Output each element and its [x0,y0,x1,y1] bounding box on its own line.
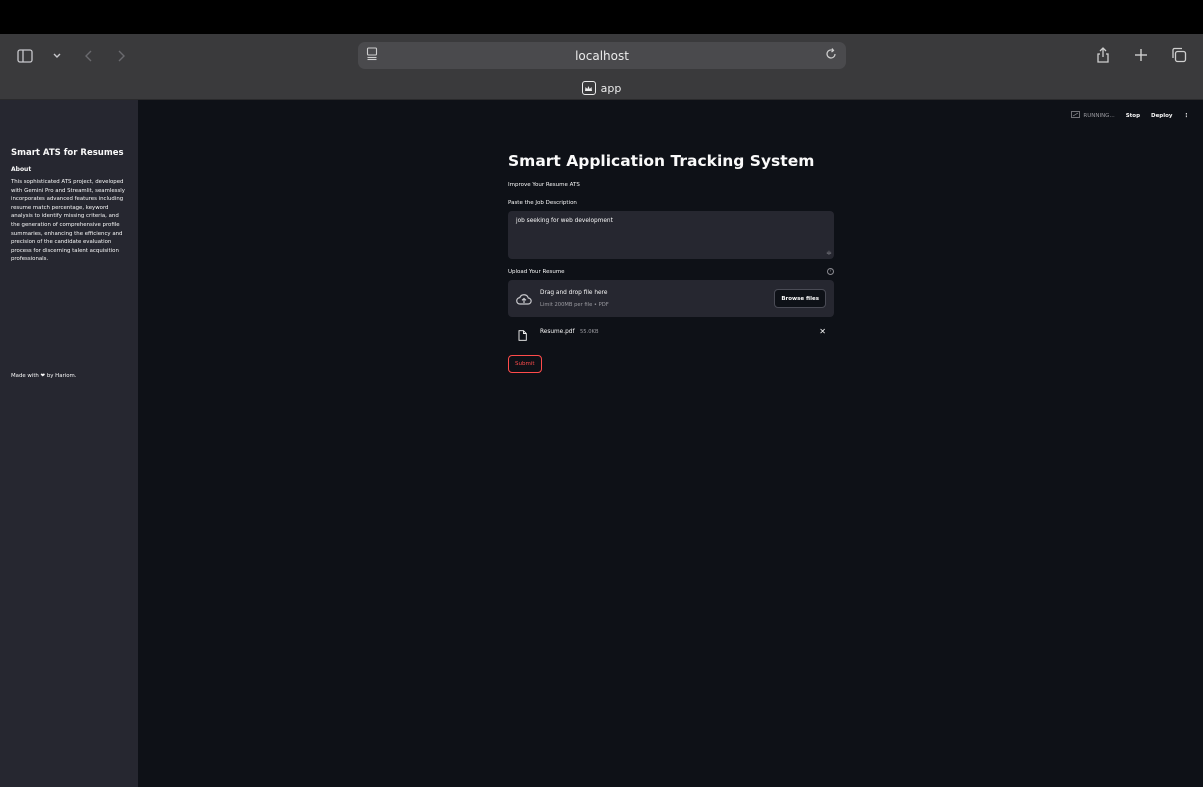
back-icon[interactable] [78,45,100,67]
sidebar-about-heading: About [11,166,32,173]
browser-nav [14,45,132,67]
sidebar-title: Smart ATS for Resumes [11,148,124,158]
app-header: RUNNING... Stop Deploy ⋮ [1071,111,1189,120]
remove-file-icon[interactable]: ✕ [819,327,826,336]
browser-chrome: localhost app [0,34,1203,100]
sidebar-about-text: This sophisticated ATS project, develope… [11,179,125,263]
sidebar: Smart ATS for Resumes About This sophist… [0,100,138,787]
resize-handle-icon[interactable]: ≑ [826,250,832,257]
heart-icon: ❤ [40,373,46,379]
tab-title: app [600,81,622,95]
file-dropzone[interactable]: Drag and drop file here Limit 200MB per … [508,280,834,317]
chevron-down-icon[interactable] [46,45,68,67]
browse-files-button[interactable]: Browse files [774,289,826,308]
sidebar-toggle-icon[interactable] [14,45,36,67]
running-status: RUNNING... [1071,111,1115,120]
stop-button[interactable]: Stop [1126,113,1140,119]
made-with-credit: Made with ❤ by Hariom. [11,373,76,379]
main-content: Smart Application Tracking System Improv… [508,152,834,373]
reload-icon[interactable] [824,47,838,64]
kebab-icon[interactable]: ⋮ [1184,113,1190,119]
made-with-suffix: by Hariom. [46,373,77,379]
running-icon [1071,111,1081,120]
main-area: RUNNING... Stop Deploy ⋮ Smart Applicati… [138,100,1203,787]
job-description-value: job seeking for web development [516,218,613,224]
site-settings-icon[interactable] [366,47,378,64]
help-icon[interactable]: ? [827,268,834,275]
browser-actions [1093,45,1189,65]
url-bar[interactable]: localhost [358,42,846,69]
dropzone-instruction: Drag and drop file here [540,290,608,296]
uploaded-file-row: Resume.pdf 55.0KB ✕ [508,325,834,341]
uploaded-file-size: 55.0KB [580,329,599,335]
new-tab-icon[interactable] [1131,45,1151,65]
active-tab[interactable]: app [0,77,1203,99]
made-with-prefix: Made with [11,373,39,379]
upload-resume-label: Upload Your Resume [508,268,565,275]
page-subheader: Improve Your Resume ATS [508,182,580,188]
dropzone-limit: Limit 200MB per file • PDF [540,302,609,308]
tab-overview-icon[interactable] [1169,45,1189,65]
job-description-input[interactable]: job seeking for web development ≑ [508,211,834,259]
running-text: RUNNING... [1083,112,1115,119]
top-black-bar [0,0,1203,34]
job-description-label: Paste the Job Description [508,200,577,206]
page-title: Smart Application Tracking System [508,152,815,170]
share-icon[interactable] [1093,45,1113,65]
streamlit-crown-icon [581,81,596,95]
upload-label-row: Upload Your Resume ? [508,268,834,275]
uploaded-file-name: Resume.pdf [540,329,575,335]
forward-icon[interactable] [110,45,132,67]
file-icon [518,326,527,345]
submit-button[interactable]: Submit [508,355,542,373]
cloud-upload-icon [516,291,532,310]
url-text: localhost [575,48,629,63]
deploy-button[interactable]: Deploy [1151,113,1172,119]
